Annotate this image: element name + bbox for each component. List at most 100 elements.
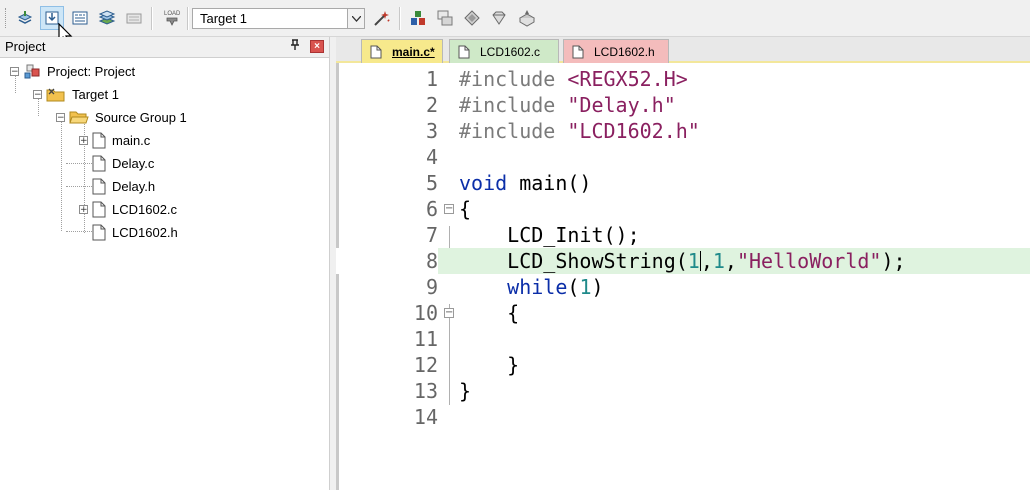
tree-file-node[interactable]: Delay.c: [92, 153, 154, 173]
file-icon: [92, 132, 106, 148]
load-label: LOAD: [164, 11, 181, 17]
project-pane-header: Project ×: [0, 37, 329, 58]
tree-group-label: Source Group 1: [95, 109, 187, 125]
collapse-icon[interactable]: −: [33, 89, 42, 99]
code-line: 1 #include <REGX52.H>: [336, 66, 1030, 92]
code-token: while: [507, 275, 568, 299]
code-token: #include: [459, 93, 568, 117]
collapse-icon[interactable]: −: [56, 112, 65, 122]
code-token: ): [591, 275, 604, 299]
file-icon: [458, 45, 470, 58]
line-number: 5: [425, 171, 438, 195]
fold-toggle[interactable]: −: [444, 204, 454, 214]
gem-icon: [492, 11, 506, 25]
line-number: 3: [425, 119, 438, 143]
expand-icon[interactable]: +: [79, 135, 88, 145]
select-packs-button[interactable]: [433, 6, 457, 30]
tree-file-node[interactable]: LCD1602.h: [92, 222, 178, 242]
line-number: 7: [425, 223, 438, 247]
code-token: main(): [507, 171, 592, 195]
tab-main-c[interactable]: main.c*: [361, 39, 443, 63]
code-token: LCD_Init();: [459, 223, 640, 247]
close-icon[interactable]: ×: [310, 40, 324, 53]
code-token: );: [881, 249, 906, 273]
toolbar-grip[interactable]: [5, 8, 8, 28]
line-number: 8: [336, 248, 438, 274]
translate-icon: [17, 11, 33, 24]
code-line: 7 LCD_Init();: [336, 222, 1030, 248]
code-line: 4: [336, 144, 1030, 170]
manage-run-time-button[interactable]: [460, 6, 484, 30]
collapse-icon[interactable]: −: [10, 66, 19, 76]
batch-build-icon: [98, 10, 116, 25]
code-line: 10 − {: [336, 300, 1030, 326]
stop-build-button[interactable]: [122, 6, 146, 30]
tree-project-node[interactable]: − Project: Project: [10, 61, 135, 81]
tree-project-label: Project: Project: [47, 63, 136, 79]
code-editor[interactable]: 1 #include <REGX52.H> 2 #include "Delay.…: [336, 63, 1030, 490]
code-token: ,: [724, 249, 737, 273]
code-token: }: [459, 379, 472, 403]
manage-components-icon: [411, 11, 425, 25]
editor-tabbar: main.c* LCD1602.c LCD1602.h: [336, 37, 1030, 63]
code-line: 3 #include "LCD1602.h": [336, 118, 1030, 144]
file-icon: [92, 155, 106, 171]
options-for-target-button[interactable]: [370, 6, 394, 30]
code-line: 6 − {: [336, 196, 1030, 222]
line-number: 10: [413, 301, 438, 325]
tab-lcd1602-h[interactable]: LCD1602.h: [563, 39, 669, 63]
target-select[interactable]: Target 1: [192, 8, 365, 29]
tree-file-label: LCD1602.h: [112, 224, 178, 240]
tree-file-node[interactable]: Delay.h: [92, 176, 155, 196]
code-line: 13 }: [336, 378, 1030, 404]
stacked-windows-icon: [437, 10, 453, 26]
file-icon: [92, 201, 106, 217]
toolbar: LOAD Target 1: [0, 0, 1030, 37]
code-token: {: [459, 301, 520, 325]
code-line: 14: [336, 404, 1030, 430]
code-token: 1: [579, 275, 592, 299]
line-number: 14: [413, 405, 438, 429]
tab-label: main.c*: [392, 44, 435, 59]
download-button[interactable]: LOAD: [160, 6, 184, 30]
manage-project-items-button[interactable]: [406, 6, 430, 30]
code-line: 11: [336, 326, 1030, 352]
tab-lcd1602-c[interactable]: LCD1602.c: [449, 39, 559, 63]
tree-file-node[interactable]: + LCD1602.c: [79, 199, 177, 219]
chevron-down-icon[interactable]: [347, 9, 364, 28]
project-icon: [24, 64, 40, 79]
code-line: 2 #include "Delay.h": [336, 92, 1030, 118]
code-token: <REGX52.H>: [567, 67, 688, 91]
code-line: 9 while(1): [336, 274, 1030, 300]
code-token: "HelloWorld": [736, 249, 882, 273]
code-token: ,: [700, 249, 713, 273]
tree-file-label: main.c: [112, 132, 151, 148]
tree-group-node[interactable]: − Source Group 1: [56, 107, 187, 127]
line-number: 6: [425, 197, 438, 221]
code-token: (: [567, 275, 580, 299]
line-number: 13: [413, 379, 438, 403]
tree-target-node[interactable]: − Target 1: [33, 84, 119, 104]
code-token: #include: [459, 67, 568, 91]
file-icon: [92, 178, 106, 194]
project-pane: Project × − Project: Project − Target 1 …: [0, 37, 330, 490]
code-token: "LCD1602.h": [567, 119, 700, 143]
code-line: 12 }: [336, 352, 1030, 378]
translate-button[interactable]: [13, 6, 37, 30]
tree-file-node[interactable]: + main.c: [79, 130, 150, 150]
tree-file-label: Delay.h: [112, 178, 156, 194]
line-number: 1: [425, 67, 438, 91]
pack-installer-button[interactable]: [487, 6, 511, 30]
line-number: 9: [425, 275, 438, 299]
software-packs-button[interactable]: [515, 6, 539, 30]
toolbar-separator: [187, 7, 189, 30]
code-token: }: [459, 353, 520, 377]
batch-build-button[interactable]: [95, 6, 119, 30]
line-number: 11: [413, 327, 438, 351]
pin-icon[interactable]: [290, 39, 300, 54]
code-token: 1: [712, 249, 725, 273]
expand-icon[interactable]: +: [79, 204, 88, 214]
box-icon: [518, 10, 536, 27]
tree-file-label: LCD1602.c: [112, 201, 178, 217]
fold-toggle[interactable]: −: [444, 308, 454, 318]
